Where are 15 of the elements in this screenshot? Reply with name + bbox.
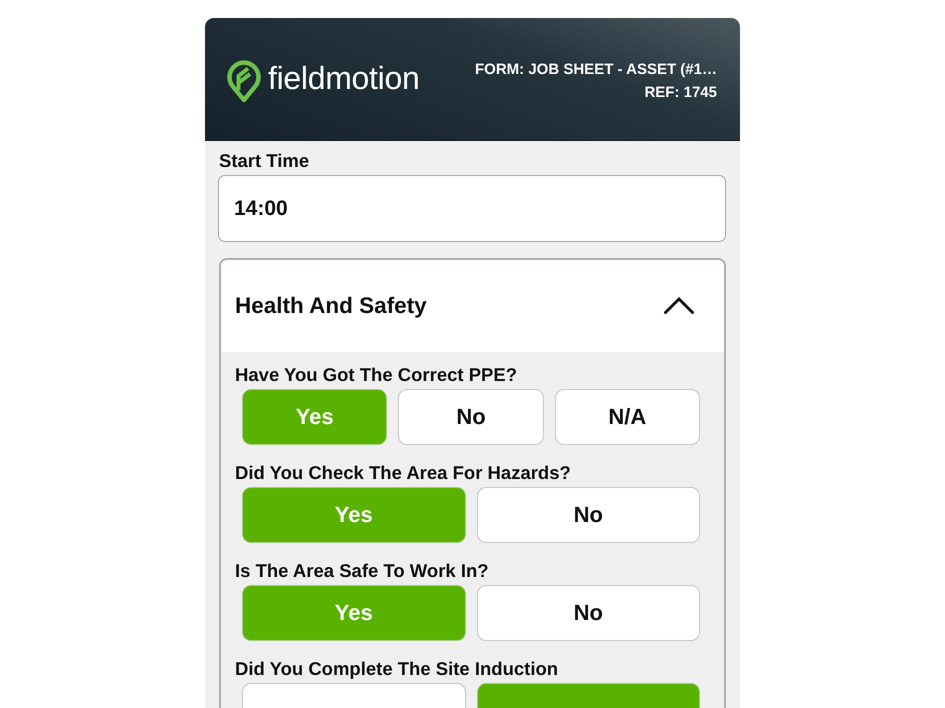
logo-text: fieldmotion [268,60,420,98]
question-label: Did You Check The Area For Hazards? [235,462,571,484]
time-input-field[interactable]: 14:00 [218,175,726,242]
field-label: Start Time [218,150,310,172]
section-title: Health And Safety [235,293,427,319]
answer-button[interactable]: No [476,487,700,543]
question-label: Have You Got The Correct PPE? [235,364,518,386]
question-label: Did You Complete The Site Induction [235,658,558,680]
answer-button[interactable]: No [398,389,544,445]
reference-number: REF: 1745 [644,84,717,100]
question-label: Is The Area Safe To Work In? [235,560,489,582]
section-header[interactable]: Health And Safety [221,260,724,352]
answer-button[interactable]: No [476,585,700,641]
form-title: FORM: JOB SHEET - ASSET (#1… [475,60,717,78]
answer-button[interactable]: N/A [554,389,700,445]
